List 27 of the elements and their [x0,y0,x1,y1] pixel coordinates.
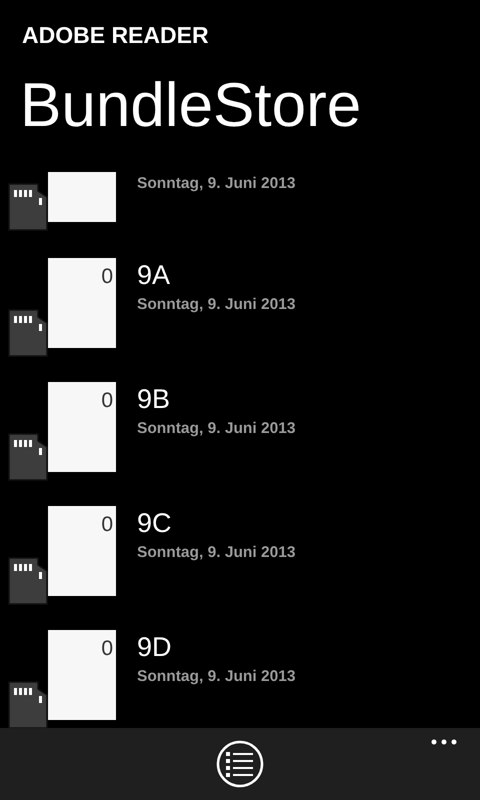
page-title: BundleStore [20,72,362,140]
page-count: 0 [101,264,114,287]
sd-card-icon [8,681,48,729]
file-date: Sonntag, 9. Juni 2013 [137,296,296,314]
sd-card-icon [8,183,48,231]
app-title: ADOBE READER [22,22,209,49]
file-title[interactable]: 9D [137,634,296,661]
page-count: 0 [101,512,114,535]
file-date: Sonntag, 9. Juni 2013 [137,544,296,562]
document-thumbnail[interactable] [48,172,116,222]
file-title[interactable]: 9B [137,386,296,413]
file-date: Sonntag, 9. Juni 2013 [137,668,296,686]
document-thumbnail[interactable]: 0 [48,506,116,596]
sd-card-icon [8,309,48,357]
file-date: Sonntag, 9. Juni 2013 [137,175,296,193]
file-title[interactable]: 9C [137,510,296,537]
file-title[interactable]: 9A [137,262,296,289]
file-date: Sonntag, 9. Juni 2013 [137,420,296,438]
page-count: 0 [101,636,114,659]
document-thumbnail[interactable]: 0 [48,630,116,720]
document-thumbnail[interactable]: 0 [48,258,116,348]
sd-card-icon [8,433,48,481]
document-thumbnail[interactable]: 0 [48,382,116,472]
list-icon [216,740,264,788]
list-button[interactable] [216,740,264,788]
sd-card-icon [8,557,48,605]
page-count: 0 [101,388,114,411]
